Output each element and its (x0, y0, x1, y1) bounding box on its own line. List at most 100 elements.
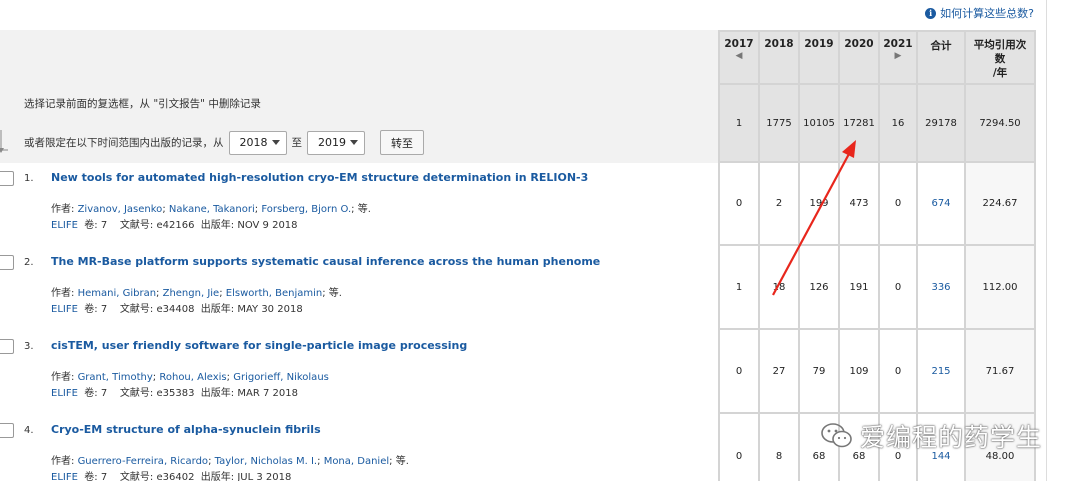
cell-2018: 8 (760, 414, 798, 481)
cell-total[interactable]: 674 (918, 163, 964, 244)
author-link[interactable]: Forsberg, Bjorn O. (261, 204, 351, 215)
go-button[interactable]: 转至 (380, 130, 424, 155)
authors-label: 作者: (51, 372, 75, 383)
total-avg: 7294.50 (966, 85, 1034, 161)
wechat-icon (821, 423, 852, 448)
record-title[interactable]: cisTEM, user friendly software for singl… (51, 339, 467, 352)
author-link[interactable]: Nakane, Takanori (169, 204, 255, 215)
author-link[interactable]: Grigorieff, Nikolaus (233, 372, 329, 383)
author-link[interactable]: Elsworth, Benjamin (226, 288, 322, 299)
scrollbar-track[interactable] (1036, 0, 1080, 481)
record-number: 2. (24, 257, 34, 268)
author-link[interactable]: Zivanov, Jasenko (78, 204, 163, 215)
header-avg-per-year: 平均引用次 数 /年 (966, 32, 1034, 83)
cell-2017: 0 (720, 330, 758, 412)
watermark: 爱编程的药学生 (820, 418, 1042, 454)
total-2017: 1 (720, 85, 758, 161)
divider (1046, 0, 1047, 481)
cell-2019: 79 (800, 330, 838, 412)
cell-2017: 0 (720, 414, 758, 481)
header-2020: 2020 (840, 32, 878, 83)
author-link[interactable]: Taylor, Nicholas M. I. (215, 456, 318, 467)
cell-avg: 112.00 (966, 246, 1034, 328)
author-link[interactable]: Guerrero-Ferreira, Ricardo (78, 456, 209, 467)
total-2020: 17281 (840, 85, 878, 161)
header-2017: 2017 ◀ (720, 32, 758, 83)
to-label: 至 (291, 137, 303, 149)
author-link[interactable]: Hemani, Gibran (78, 288, 156, 299)
from-year-select[interactable]: 2018 (228, 130, 287, 155)
authors-label: 作者: (51, 456, 75, 467)
pub-date: 出版年: MAY 30 2018 (200, 304, 303, 315)
journal-link[interactable]: ELIFE (51, 220, 78, 231)
author-link[interactable]: Grant, Timothy (78, 372, 153, 383)
next-year-arrow-icon[interactable]: ▶ (895, 51, 902, 61)
header-line: /年 (992, 67, 1008, 80)
record-title[interactable]: Cryo-EM structure of alpha-synuclein fib… (51, 423, 321, 436)
pub-date: 出版年: NOV 9 2018 (200, 220, 298, 231)
record-number: 1. (24, 173, 34, 184)
citation-table: 2017 ◀ 2018 2019 2020 2021 ▶ 合计 平均引用次 数 … (718, 30, 1036, 481)
header-line: 数 (994, 53, 1006, 66)
record-meta: ELIFE 卷: 7 文献号: e42166 出版年: NOV 9 2018 (51, 216, 298, 231)
chevron-down-icon (271, 140, 280, 145)
cell-2018: 18 (760, 246, 798, 328)
author-link[interactable]: Rohou, Alexis (159, 372, 226, 383)
record-title[interactable]: The MR-Base platform supports systematic… (51, 255, 600, 268)
cell-2021: 0 (880, 330, 916, 412)
pub-date: 出版年: MAR 7 2018 (200, 388, 298, 399)
record-checkbox[interactable] (0, 255, 14, 270)
date-range-filter: 或者限定在以下时间范围内出版的记录，从 2018 至 2019 转至 (24, 130, 424, 155)
journal-link[interactable]: ELIFE (51, 472, 78, 481)
volume: 卷: 7 (84, 220, 108, 231)
record-checkbox[interactable] (0, 423, 14, 438)
cell-2020: 191 (840, 246, 878, 328)
header-2018: 2018 (760, 32, 798, 83)
pub-date: 出版年: JUL 3 2018 (200, 472, 292, 481)
record-meta: ELIFE 卷: 7 文献号: e35383 出版年: MAR 7 2018 (51, 384, 298, 399)
cell-2018: 27 (760, 330, 798, 412)
record-authors: 作者: Grant, Timothy; Rohou, Alexis; Grigo… (51, 372, 329, 383)
volume: 卷: 7 (84, 472, 108, 481)
record-authors: 作者: Guerrero-Ferreira, Ricardo; Taylor, … (51, 456, 409, 467)
article-number: 文献号: e34408 (119, 304, 195, 315)
total-2021: 16 (880, 85, 916, 161)
author-link[interactable]: Zhengn, Jie (163, 288, 220, 299)
cell-2021: 0 (880, 163, 916, 244)
cell-total[interactable]: 336 (918, 246, 964, 328)
authors-suffix: 等. (357, 204, 371, 215)
authors-suffix: 等. (328, 288, 342, 299)
chevron-down-icon (350, 140, 358, 145)
record-item: 3. cisTEM, user friendly software for si… (0, 331, 718, 414)
prev-year-arrow-icon[interactable]: ◀ (736, 51, 743, 61)
cell-2018: 2 (760, 163, 798, 244)
cell-2019: 126 (800, 246, 838, 328)
volume: 卷: 7 (84, 388, 108, 399)
cell-2020: 109 (840, 330, 878, 412)
citation-total-link[interactable]: 336 (931, 282, 950, 293)
help-link[interactable]: i 如何计算这些总数? (925, 5, 1034, 21)
journal-link[interactable]: ELIFE (51, 388, 78, 399)
author-link[interactable]: Mona, Daniel (324, 456, 389, 467)
journal-link[interactable]: ELIFE (51, 304, 78, 315)
header-2021: 2021 ▶ (880, 32, 916, 83)
date-range-label: 或者限定在以下时间范围内出版的记录，从 (24, 137, 224, 149)
citation-total-link[interactable]: 215 (931, 366, 950, 377)
cell-avg: 71.67 (966, 330, 1034, 412)
record-checkbox[interactable] (0, 171, 14, 186)
record-meta: ELIFE 卷: 7 文献号: e36402 出版年: JUL 3 2018 (51, 468, 291, 481)
record-number: 4. (24, 425, 34, 436)
cell-total[interactable]: 215 (918, 330, 964, 412)
from-year-value: 2018 (239, 136, 268, 149)
header-label: 2021 (883, 38, 913, 50)
record-title[interactable]: New tools for automated high-resolution … (51, 171, 588, 184)
record-item: 4. Cryo-EM structure of alpha-synuclein … (0, 415, 718, 481)
total-2018: 1775 (760, 85, 798, 161)
citation-total-link[interactable]: 674 (931, 198, 950, 209)
to-year-select[interactable]: 2019 (307, 130, 365, 155)
header-total: 合计 (918, 32, 964, 83)
volume: 卷: 7 (84, 304, 108, 315)
cell-2021: 0 (880, 246, 916, 328)
record-checkbox[interactable] (0, 339, 14, 354)
record-item: 1. New tools for automated high-resoluti… (0, 163, 718, 246)
